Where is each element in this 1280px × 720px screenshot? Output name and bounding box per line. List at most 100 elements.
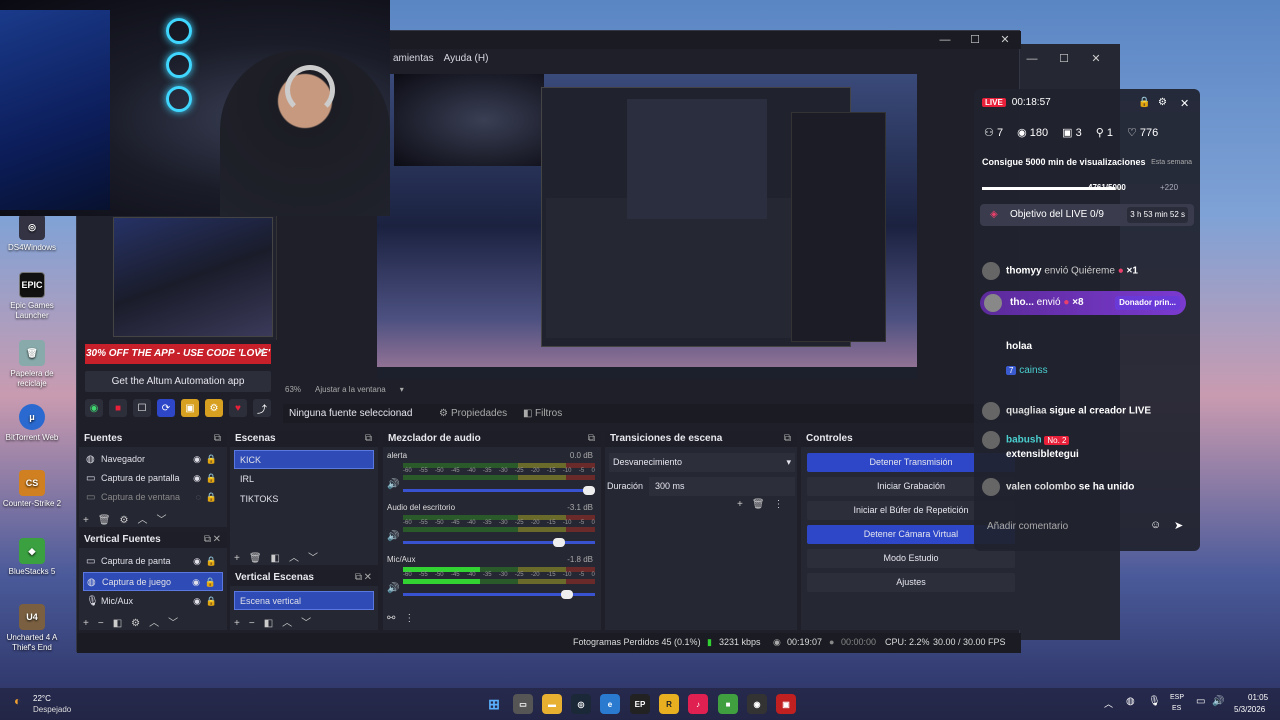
desktop-icon-bittorrent[interactable]: μ BitTorrent Web bbox=[2, 404, 62, 443]
square-icon[interactable]: ☐ bbox=[133, 399, 151, 417]
volume-slider[interactable] bbox=[403, 590, 595, 599]
start-icon[interactable]: ⊞ bbox=[484, 694, 504, 714]
trash-icon[interactable]: 🗑 bbox=[98, 515, 111, 526]
minus-icon[interactable]: − bbox=[249, 618, 255, 629]
vertical-source-item[interactable]: ▭ Captura de panta ◉ 🔒 bbox=[83, 552, 223, 571]
speaker-icon[interactable]: 🔊 bbox=[387, 583, 399, 594]
send-icon[interactable]: ➤ bbox=[1174, 519, 1183, 532]
monitor-icon[interactable]: ▭ bbox=[1196, 696, 1205, 707]
trash-icon[interactable]: 🗑 bbox=[752, 499, 765, 510]
vertical-source-item[interactable]: 🎙 Mic/Aux ◉ 🔒 bbox=[83, 592, 223, 611]
scene-item[interactable]: KICK bbox=[234, 450, 374, 469]
lock-icon[interactable]: 🔒 bbox=[206, 469, 217, 488]
steam-icon[interactable]: ◎ bbox=[571, 694, 591, 714]
filters-button[interactable]: Filtros bbox=[535, 408, 562, 419]
vertical-source-item[interactable]: ◍ Captura de juego ◉ 🔒 bbox=[83, 572, 223, 591]
add-icon[interactable]: + bbox=[234, 618, 240, 629]
link-icon[interactable]: ⚯ bbox=[387, 613, 395, 624]
gamepad-icon[interactable]: ◉ bbox=[85, 399, 103, 417]
eye-icon[interactable]: ◉ bbox=[193, 469, 201, 488]
lock-icon[interactable]: 🔒 bbox=[1138, 97, 1150, 108]
gear-icon[interactable]: ⚙ bbox=[120, 515, 129, 526]
add-icon[interactable]: + bbox=[83, 618, 89, 629]
desktop-icon-uncharted[interactable]: U4 Uncharted 4 A Thief's End bbox=[2, 604, 62, 653]
lock-icon[interactable]: 🔒 bbox=[206, 552, 217, 571]
menu-tools[interactable]: amientas bbox=[393, 53, 434, 64]
transition-select[interactable]: Desvanecimiento ▾ bbox=[609, 453, 795, 472]
chevron-up-icon[interactable]: ︿ bbox=[289, 553, 299, 564]
refresh-icon[interactable]: ⟳ bbox=[157, 399, 175, 417]
speaker-icon[interactable]: 🔊 bbox=[387, 531, 399, 542]
vertical-scene-item[interactable]: Escena vertical bbox=[234, 591, 374, 610]
trash-icon[interactable]: 🗑 bbox=[249, 553, 262, 564]
gear-icon[interactable]: ⚙ bbox=[1158, 97, 1167, 108]
scene-item[interactable]: IRL bbox=[234, 470, 374, 489]
dock-icon[interactable]: ⧉ bbox=[784, 431, 791, 447]
epic-games-icon[interactable]: EP bbox=[630, 694, 650, 714]
tiktok-icon[interactable]: ♪ bbox=[688, 694, 708, 714]
close-icon[interactable]: ✕ bbox=[364, 570, 372, 586]
folder-icon[interactable]: ▬ bbox=[542, 694, 562, 714]
task-view-icon[interactable]: ▭ bbox=[513, 694, 533, 714]
chevron-down-icon[interactable]: ﹀ bbox=[301, 618, 311, 629]
minimize-icon[interactable]: — bbox=[1024, 52, 1040, 66]
speaker-icon[interactable]: 🔊 bbox=[1212, 696, 1224, 707]
close-icon[interactable]: ✕ bbox=[257, 345, 266, 358]
comment-input[interactable]: Añadir comentario bbox=[982, 517, 1168, 537]
dock-icon[interactable]: ⧉ bbox=[204, 532, 211, 548]
lock-icon[interactable]: 🔒 bbox=[206, 592, 217, 611]
rockstar-icon[interactable]: R bbox=[659, 694, 679, 714]
menu-help[interactable]: Ayuda (H) bbox=[444, 53, 489, 64]
eye-icon[interactable]: ◉ bbox=[193, 552, 201, 571]
maximize-icon[interactable]: ☐ bbox=[1056, 52, 1072, 66]
minus-icon[interactable]: − bbox=[98, 618, 104, 629]
edge-icon[interactable]: e bbox=[600, 694, 620, 714]
close-icon[interactable]: ✕ bbox=[213, 532, 221, 548]
desktop-icon-ds4windows[interactable]: ◎ DS4Windows bbox=[2, 214, 62, 253]
share-icon[interactable]: ⤴ bbox=[253, 399, 271, 417]
lock-icon[interactable]: 🔒 bbox=[205, 573, 216, 592]
chevron-down-icon[interactable]: ﹀ bbox=[157, 515, 167, 526]
gear-icon[interactable]: ⚙ bbox=[205, 399, 223, 417]
microphone-icon[interactable]: 🎙 bbox=[1148, 696, 1161, 707]
chevron-down-icon[interactable]: ▾ bbox=[400, 385, 404, 394]
language-2[interactable]: ES bbox=[1172, 705, 1181, 712]
zoom-level[interactable]: 63% bbox=[285, 385, 301, 394]
chevron-down-icon[interactable]: ﹀ bbox=[168, 618, 178, 629]
close-icon[interactable]: ✕ bbox=[1180, 97, 1189, 110]
filter-icon[interactable]: ◧ bbox=[113, 618, 122, 629]
lock-icon[interactable]: 🔒 bbox=[206, 450, 217, 469]
minimize-icon[interactable]: — bbox=[937, 33, 953, 47]
desktop-icon-bluestacks[interactable]: ◆ BlueStacks 5 bbox=[2, 538, 62, 577]
dock-icon[interactable]: ⧉ bbox=[588, 431, 595, 447]
dock-icon[interactable]: ⧉ bbox=[355, 570, 362, 586]
clock-time[interactable]: 01:05 bbox=[1248, 693, 1268, 702]
eye-icon[interactable]: ◉ bbox=[192, 573, 200, 592]
close-icon[interactable]: ✕ bbox=[997, 33, 1013, 47]
close-icon[interactable]: ✕ bbox=[1088, 52, 1104, 66]
filter-icon[interactable]: ◧ bbox=[271, 553, 280, 564]
more-icon[interactable]: ⋮ bbox=[404, 613, 414, 624]
eye-icon[interactable]: ◉ bbox=[193, 592, 201, 611]
maximize-icon[interactable]: ☐ bbox=[967, 33, 983, 47]
altum-button[interactable]: Get the Altum Automation app bbox=[85, 371, 271, 392]
desktop-icon-cs2[interactable]: CS Counter-Strike 2 bbox=[2, 470, 62, 509]
studio-mode-button[interactable]: Modo Estudio bbox=[807, 549, 1015, 568]
speaker-icon[interactable]: 🔊 bbox=[387, 479, 399, 490]
heart-icon[interactable]: ♥ bbox=[229, 399, 247, 417]
volume-slider[interactable] bbox=[403, 538, 595, 547]
emoji-icon[interactable]: ☺ bbox=[1150, 519, 1161, 531]
source-item[interactable]: ▭ Captura de pantalla ◉ 🔒 bbox=[83, 469, 223, 488]
eye-hidden-icon[interactable]: ◌ bbox=[196, 488, 201, 507]
live-objective[interactable]: ◈ Objetivo del LIVE 0/9 3 h 53 min 52 s bbox=[980, 204, 1194, 226]
source-item[interactable]: ◍ Navegador ◉ 🔒 bbox=[83, 450, 223, 469]
eye-icon[interactable]: ◉ bbox=[193, 450, 201, 469]
chevron-down-icon[interactable]: ﹀ bbox=[308, 553, 318, 564]
fit-window[interactable]: Ajustar a la ventana bbox=[315, 385, 386, 394]
add-icon[interactable]: + bbox=[234, 553, 240, 564]
record-icon[interactable]: ■ bbox=[109, 399, 127, 417]
language-1[interactable]: ESP bbox=[1170, 694, 1184, 701]
chevron-up-icon[interactable]: ︿ bbox=[149, 618, 159, 629]
lock-icon[interactable]: 🔒 bbox=[206, 488, 217, 507]
dock-icon[interactable]: ⧉ bbox=[365, 431, 372, 447]
